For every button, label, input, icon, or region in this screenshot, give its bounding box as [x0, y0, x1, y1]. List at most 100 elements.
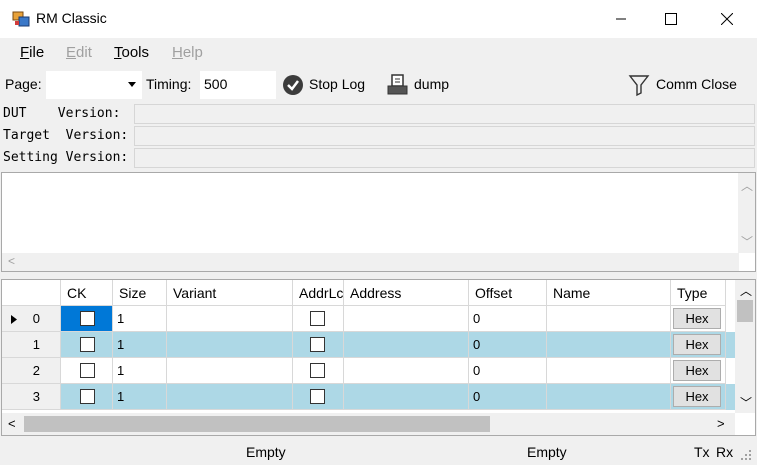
row-header[interactable]: 2 — [2, 358, 61, 384]
ck-cell[interactable] — [61, 358, 113, 384]
log-vertical-scrollbar[interactable]: ︿ ﹀ — [738, 173, 755, 253]
address-cell[interactable] — [344, 358, 469, 384]
variant-cell[interactable] — [167, 332, 293, 358]
offset-cell[interactable]: 0 — [469, 332, 547, 358]
type-cell[interactable]: Hex — [671, 332, 726, 358]
variant-cell[interactable] — [167, 384, 293, 410]
row-header[interactable]: 0 — [2, 306, 61, 332]
column-header-ck[interactable]: CK — [61, 280, 113, 306]
offset-cell[interactable]: 0 — [469, 358, 547, 384]
vertical-scroll-thumb[interactable] — [737, 300, 753, 322]
size-cell[interactable]: 1 — [113, 306, 167, 332]
resize-grip-icon[interactable] — [740, 449, 752, 461]
addrlc-checkbox[interactable] — [310, 363, 325, 378]
data-grid[interactable]: CK Size Variant AddrLc Address Offset Na… — [1, 279, 756, 436]
printer-icon — [387, 74, 408, 95]
status-bar — [0, 437, 757, 465]
addrlc-checkbox[interactable] — [310, 337, 325, 352]
ck-checkbox[interactable] — [80, 337, 95, 352]
table-row[interactable]: 2 1 0 Hex — [2, 358, 735, 384]
dut-version-value — [134, 104, 755, 124]
name-cell[interactable] — [547, 384, 671, 410]
size-cell[interactable]: 1 — [113, 384, 167, 410]
row-header[interactable]: 1 — [2, 332, 61, 358]
ck-checkbox[interactable] — [80, 389, 95, 404]
grid-horizontal-scrollbar[interactable]: < > — [2, 413, 735, 435]
type-cell[interactable]: Hex — [671, 306, 726, 332]
scroll-right-icon[interactable]: > — [717, 416, 725, 431]
grid-corner-header — [2, 280, 61, 306]
scroll-left-icon[interactable]: < — [8, 416, 16, 431]
size-cell[interactable]: 1 — [113, 332, 167, 358]
column-header-type[interactable]: Type — [671, 280, 726, 306]
scroll-down-icon[interactable]: ﹀ — [740, 394, 752, 411]
scroll-left-icon[interactable]: < — [8, 254, 15, 268]
type-hex-button[interactable]: Hex — [673, 308, 721, 329]
ck-cell[interactable] — [61, 306, 113, 332]
variant-cell[interactable] — [167, 306, 293, 332]
minimize-button[interactable] — [596, 0, 646, 38]
addrlc-cell[interactable] — [293, 384, 344, 410]
row-index: 0 — [32, 311, 40, 326]
name-cell[interactable] — [547, 358, 671, 384]
minimize-icon — [616, 18, 626, 20]
stop-log-label: Stop Log — [309, 76, 366, 92]
window-title: RM Classic — [36, 10, 107, 26]
type-cell[interactable]: Hex — [671, 358, 726, 384]
table-row[interactable]: 0 1 0 Hex — [2, 306, 735, 332]
ck-checkbox[interactable] — [80, 363, 95, 378]
addrlc-cell[interactable] — [293, 358, 344, 384]
addrlc-cell[interactable] — [293, 332, 344, 358]
check-circle-icon — [283, 75, 303, 95]
addrlc-checkbox[interactable] — [310, 389, 325, 404]
address-cell[interactable] — [344, 306, 469, 332]
type-cell[interactable]: Hex — [671, 384, 726, 410]
ck-checkbox[interactable] — [80, 311, 95, 326]
name-cell[interactable] — [547, 332, 671, 358]
maximize-button[interactable] — [646, 0, 696, 38]
ck-cell[interactable] — [61, 384, 113, 410]
column-header-address[interactable]: Address — [344, 280, 469, 306]
dump-button[interactable]: dump — [387, 73, 457, 97]
column-header-size[interactable]: Size — [113, 280, 167, 306]
name-cell[interactable] — [547, 306, 671, 332]
comm-close-button[interactable]: Comm Close — [628, 73, 748, 97]
address-cell[interactable] — [344, 384, 469, 410]
table-row[interactable]: 3 1 0 Hex — [2, 384, 735, 410]
type-hex-button[interactable]: Hex — [673, 334, 721, 355]
horizontal-scroll-thumb[interactable] — [24, 416, 490, 432]
table-row[interactable]: 1 1 0 Hex — [2, 332, 735, 358]
row-index: 1 — [32, 337, 40, 352]
addrlc-cell[interactable] — [293, 306, 344, 332]
offset-cell[interactable]: 0 — [469, 306, 547, 332]
menu-file[interactable]: File — [20, 44, 44, 61]
offset-cell[interactable]: 0 — [469, 384, 547, 410]
comm-close-label: Comm Close — [656, 76, 737, 92]
log-textarea[interactable]: ︿ ﹀ < — [1, 172, 756, 272]
variant-cell[interactable] — [167, 358, 293, 384]
column-header-variant[interactable]: Variant — [167, 280, 293, 306]
menu-edit[interactable]: Edit — [66, 44, 92, 61]
scroll-up-icon[interactable]: ︿ — [740, 282, 752, 299]
column-header-name[interactable]: Name — [547, 280, 671, 306]
menu-help[interactable]: Help — [172, 44, 203, 61]
column-header-addrlc[interactable]: AddrLc — [293, 280, 344, 306]
size-cell[interactable]: 1 — [113, 358, 167, 384]
grid-vertical-scrollbar[interactable]: ︿ ﹀ — [735, 280, 755, 413]
type-hex-button[interactable]: Hex — [673, 360, 721, 381]
type-hex-button[interactable]: Hex — [673, 386, 721, 407]
ck-cell[interactable] — [61, 332, 113, 358]
stop-log-button[interactable]: Stop Log — [282, 74, 372, 98]
row-header[interactable]: 3 — [2, 384, 61, 410]
column-header-offset[interactable]: Offset — [469, 280, 547, 306]
filter-icon — [628, 75, 650, 97]
page-select[interactable] — [46, 71, 142, 99]
addrlc-checkbox[interactable] — [310, 311, 325, 326]
close-button[interactable] — [702, 0, 752, 38]
scroll-up-icon[interactable]: ︿ — [741, 177, 753, 194]
log-horizontal-scrollbar[interactable]: < — [2, 253, 739, 271]
timing-input[interactable]: 500 — [200, 71, 276, 99]
scroll-down-icon[interactable]: ﹀ — [741, 233, 753, 250]
address-cell[interactable] — [344, 332, 469, 358]
menu-tools[interactable]: Tools — [114, 44, 149, 61]
